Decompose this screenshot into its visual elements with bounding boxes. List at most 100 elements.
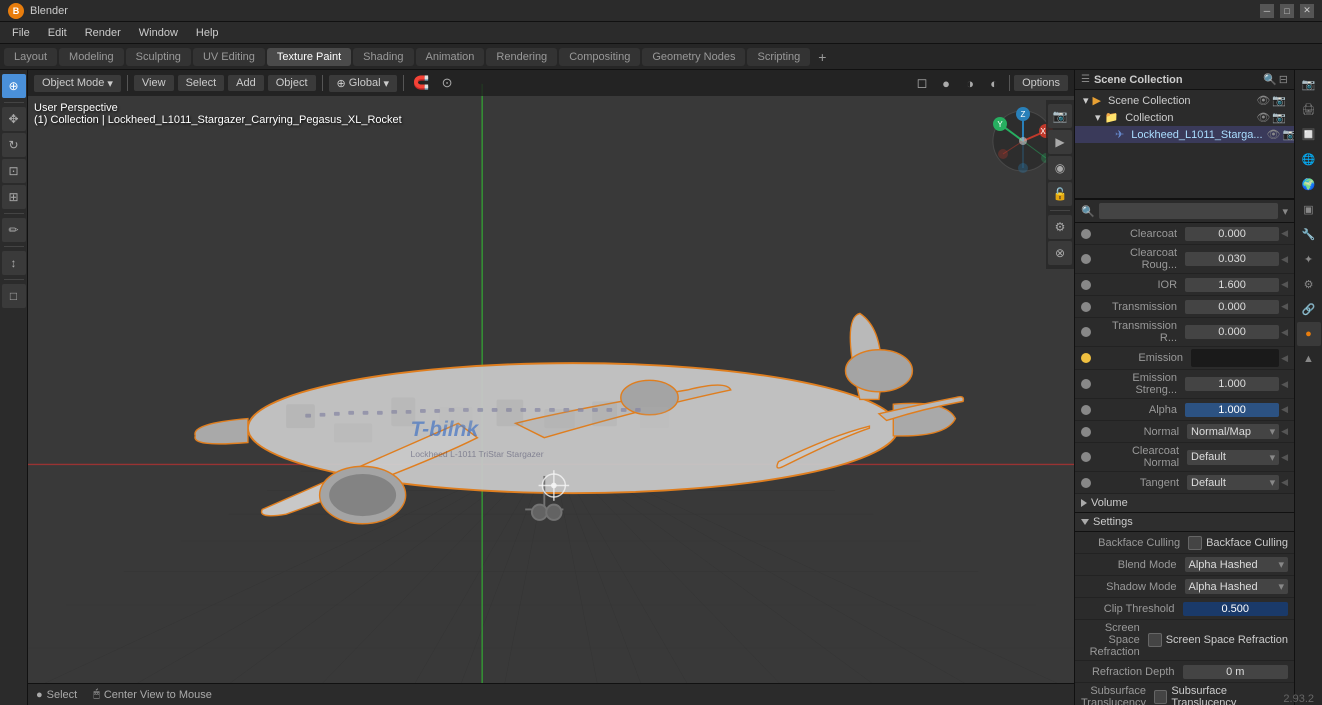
search-input[interactable] <box>1099 203 1279 219</box>
emission-strength-label: Emission Streng... <box>1095 372 1185 396</box>
object-menu[interactable]: Object <box>268 75 316 91</box>
emission-color-swatch[interactable] <box>1191 349 1279 367</box>
rpanel-tab-scene[interactable]: 🌐 <box>1297 147 1321 171</box>
scene-collection-item[interactable]: ▾ ▶ Scene Collection 👁 📷 <box>1075 92 1294 109</box>
rpanel-tab-object[interactable]: ▣ <box>1297 197 1321 221</box>
viewport-lock-btn[interactable]: 🔓 <box>1048 182 1072 206</box>
tool-annotate[interactable]: ✏ <box>2 218 26 242</box>
backface-culling-checkbox[interactable] <box>1188 536 1202 550</box>
viewport-shading-rendered[interactable]: ◐ <box>983 72 1005 94</box>
volume-collapse-icon <box>1081 499 1087 507</box>
tool-cursor[interactable]: ⊕ <box>2 74 26 98</box>
blend-mode-dropdown[interactable]: Alpha Hashed <box>1185 557 1289 572</box>
clearcoat-value[interactable]: 0.000 <box>1185 227 1279 241</box>
transmission-row: Transmission 0.000 ◀ <box>1075 296 1294 318</box>
view-menu[interactable]: View <box>134 75 174 91</box>
tab-texture-paint[interactable]: Texture Paint <box>267 48 351 66</box>
object-item[interactable]: ✈ Lockheed_L1011_Starga... 👁 📷 <box>1075 126 1294 143</box>
emission-dot <box>1081 353 1091 363</box>
app-icon: B <box>8 3 24 19</box>
alpha-value[interactable]: 1.000 <box>1185 403 1279 417</box>
tool-transform[interactable]: ⊞ <box>2 185 26 209</box>
rpanel-tab-physics[interactable]: ⚙ <box>1297 272 1321 296</box>
transmission-r-value[interactable]: 0.000 <box>1185 325 1279 339</box>
proportional-edit[interactable]: ⊙ <box>436 72 458 94</box>
shadow-mode-row: Shadow Mode Alpha Hashed <box>1075 576 1294 598</box>
viewport[interactable]: Object Mode ▾ View Select Add Object ⊕ G… <box>28 70 1074 705</box>
clearcoat-rough-value[interactable]: 0.030 <box>1185 252 1279 266</box>
rpanel-tab-modifier[interactable]: 🔧 <box>1297 222 1321 246</box>
menu-render[interactable]: Render <box>77 25 129 41</box>
menu-window[interactable]: Window <box>131 25 186 41</box>
normal-dropdown[interactable]: Normal/Map <box>1187 424 1279 439</box>
camera-view-btn[interactable]: 📷 <box>1048 104 1072 128</box>
refraction-depth-value[interactable]: 0 m <box>1183 665 1289 679</box>
alpha-pin: ◀ <box>1281 404 1288 415</box>
tab-sculpting[interactable]: Sculpting <box>126 48 191 66</box>
menu-edit[interactable]: Edit <box>40 25 75 41</box>
tool-add-cube[interactable]: □ <box>2 284 26 308</box>
tool-move[interactable]: ✥ <box>2 107 26 131</box>
ssr-checkbox[interactable] <box>1148 633 1162 647</box>
tab-compositing[interactable]: Compositing <box>559 48 640 66</box>
rpanel-tab-world[interactable]: 🌍 <box>1297 172 1321 196</box>
menu-help[interactable]: Help <box>188 25 227 41</box>
tab-rendering[interactable]: Rendering <box>486 48 557 66</box>
viewport-shading-solid[interactable]: ● <box>935 72 957 94</box>
tab-modeling[interactable]: Modeling <box>59 48 124 66</box>
rpanel-tab-particles[interactable]: ✦ <box>1297 247 1321 271</box>
select-menu[interactable]: Select <box>178 75 225 91</box>
ior-dot <box>1081 280 1091 290</box>
add-menu[interactable]: Add <box>228 75 264 91</box>
transform-selector[interactable]: ⊕ Global ▾ <box>329 75 398 92</box>
outliner-filter-btn[interactable]: ⊟ <box>1279 73 1288 86</box>
tab-layout[interactable]: Layout <box>4 48 57 66</box>
outliner-search-btn[interactable]: 🔍 <box>1263 73 1277 86</box>
menu-file[interactable]: File <box>4 25 38 41</box>
rpanel-tab-material[interactable]: ● <box>1297 322 1321 346</box>
tab-geometry-nodes[interactable]: Geometry Nodes <box>642 48 745 66</box>
constraint-btn[interactable]: ⊗ <box>1048 241 1072 265</box>
backface-culling-row: Backface Culling Backface Culling <box>1075 532 1294 554</box>
rpanel-tab-data[interactable]: ▲ <box>1297 347 1321 371</box>
tool-rotate[interactable]: ↻ <box>2 133 26 157</box>
rpanel-tab-output[interactable]: 🖨 <box>1297 97 1321 121</box>
maximize-button[interactable]: □ <box>1280 4 1294 18</box>
viewport-shading-wire[interactable]: ◻ <box>911 72 933 94</box>
clip-threshold-value[interactable]: 0.500 <box>1183 602 1289 616</box>
object-visibility-btn[interactable]: ◉ <box>1048 156 1072 180</box>
tab-scripting[interactable]: Scripting <box>747 48 810 66</box>
tab-add[interactable]: + <box>812 47 832 67</box>
ior-value[interactable]: 1.600 <box>1185 278 1279 292</box>
subsurface-trans-label: Subsurface Translucency <box>1081 685 1154 705</box>
minimize-button[interactable]: ─ <box>1260 4 1274 18</box>
tab-shading[interactable]: Shading <box>353 48 413 66</box>
tool-scale[interactable]: ⊡ <box>2 159 26 183</box>
clip-threshold-label: Clip Threshold <box>1081 603 1183 615</box>
rpanel-tab-constraints[interactable]: 🔗 <box>1297 297 1321 321</box>
collection-item[interactable]: ▾ 📁 Collection 👁 📷 <box>1075 109 1294 126</box>
snap-toggle[interactable]: 🧲 <box>410 72 432 94</box>
viewport-shading-material[interactable]: ◑ <box>959 72 981 94</box>
rpanel-tab-view-layer[interactable]: 🔲 <box>1297 122 1321 146</box>
settings-section-header[interactable]: Settings <box>1075 513 1294 532</box>
normal-dot <box>1081 427 1091 437</box>
shadow-mode-dropdown[interactable]: Alpha Hashed <box>1185 579 1289 594</box>
emission-strength-value[interactable]: 1.000 <box>1185 377 1279 391</box>
clearcoat-normal-row: Clearcoat Normal Default ◀ <box>1075 443 1294 472</box>
alpha-label: Alpha <box>1095 404 1185 416</box>
mode-selector[interactable]: Object Mode ▾ <box>34 75 121 92</box>
rpanel-tab-render[interactable]: 📷 <box>1297 72 1321 96</box>
subsurface-trans-checkbox[interactable] <box>1154 690 1167 704</box>
close-button[interactable]: ✕ <box>1300 4 1314 18</box>
transmission-value[interactable]: 0.000 <box>1185 300 1279 314</box>
render-btn[interactable]: ▶ <box>1048 130 1072 154</box>
tab-animation[interactable]: Animation <box>416 48 485 66</box>
tool-measure[interactable]: ↕ <box>2 251 26 275</box>
volume-section-header[interactable]: Volume <box>1075 494 1294 513</box>
shader-ball-btn[interactable]: ⚙ <box>1048 215 1072 239</box>
tangent-dropdown[interactable]: Default <box>1187 475 1279 490</box>
options-button[interactable]: Options <box>1014 75 1068 91</box>
tab-uv-editing[interactable]: UV Editing <box>193 48 265 66</box>
clearcoat-normal-dropdown[interactable]: Default <box>1187 450 1279 465</box>
